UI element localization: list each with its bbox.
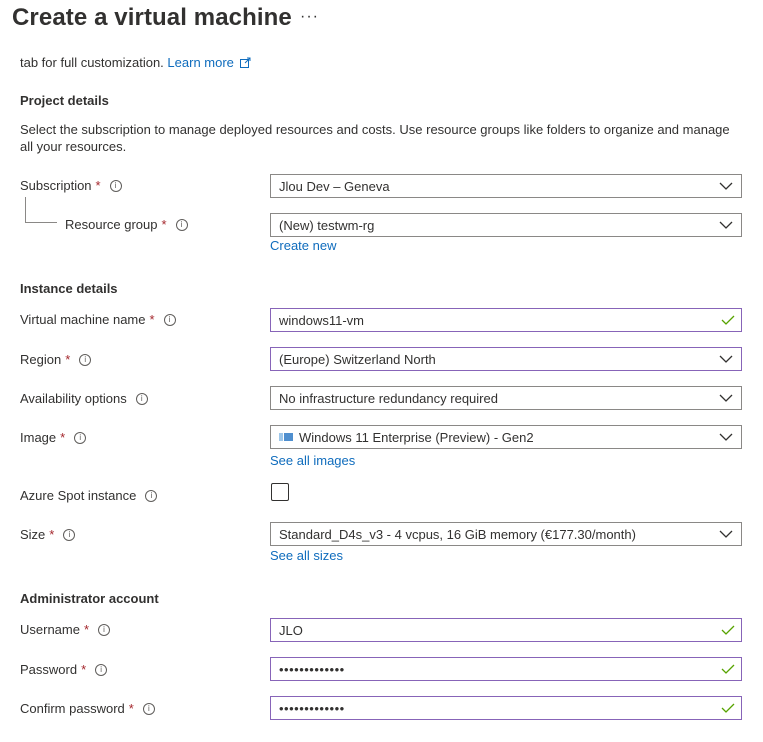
checkmark-icon — [721, 703, 735, 713]
info-icon[interactable]: i — [79, 353, 92, 366]
learn-more-link[interactable]: Learn more — [167, 55, 251, 70]
info-icon[interactable]: i — [145, 489, 158, 502]
chevron-down-icon — [719, 433, 733, 441]
subscription-select[interactable]: Jlou Dev – Geneva — [270, 174, 742, 198]
password-input[interactable]: ••••••••••••• — [270, 657, 742, 681]
size-select[interactable]: Standard_D4s_v3 - 4 vcpus, 16 GiB memory… — [270, 522, 742, 546]
info-icon[interactable]: i — [74, 431, 87, 444]
info-icon[interactable]: i — [175, 218, 188, 231]
info-icon[interactable]: i — [163, 313, 176, 326]
resource-group-select[interactable]: (New) testwm-rg — [270, 213, 742, 237]
info-icon[interactable]: i — [95, 663, 108, 676]
info-icon[interactable]: i — [135, 392, 148, 405]
see-all-sizes-link[interactable]: See all sizes — [270, 548, 343, 563]
availability-select[interactable]: No infrastructure redundancy required — [270, 386, 742, 410]
username-label: Username * i — [20, 622, 111, 637]
project-details-heading: Project details — [20, 93, 109, 108]
tree-connector-vertical — [25, 197, 26, 223]
instance-details-heading: Instance details — [20, 281, 118, 296]
vm-name-input[interactable]: windows11-vm — [270, 308, 742, 332]
checkmark-icon — [721, 315, 735, 325]
intro-text: tab for full customization. Learn more — [20, 55, 251, 70]
see-all-images-link[interactable]: See all images — [270, 453, 355, 468]
external-link-icon — [239, 57, 251, 68]
checkmark-icon — [721, 664, 735, 674]
info-icon[interactable]: i — [98, 623, 111, 636]
chevron-down-icon — [719, 182, 733, 190]
region-select[interactable]: (Europe) Switzerland North — [270, 347, 742, 371]
availability-label: Availability options i — [20, 391, 148, 406]
create-new-link[interactable]: Create new — [270, 238, 336, 253]
spot-instance-label: Azure Spot instance i — [20, 488, 158, 503]
info-icon[interactable]: i — [109, 179, 122, 192]
resource-group-label: Resource group * i — [65, 217, 188, 232]
project-details-description: Select the subscription to manage deploy… — [20, 122, 730, 154]
chevron-down-icon — [719, 355, 733, 363]
username-input[interactable]: JLO — [270, 618, 742, 642]
spot-instance-checkbox[interactable] — [271, 483, 289, 501]
confirm-password-input[interactable]: ••••••••••••• — [270, 696, 742, 720]
more-options-button[interactable]: ··· — [300, 8, 319, 26]
size-label: Size * i — [20, 527, 76, 542]
region-label: Region * i — [20, 352, 92, 367]
password-label: Password * i — [20, 662, 108, 677]
vm-name-label: Virtual machine name * i — [20, 312, 176, 327]
info-icon[interactable]: i — [63, 528, 76, 541]
checkmark-icon — [721, 625, 735, 635]
image-select[interactable]: Windows 11 Enterprise (Preview) - Gen2 — [270, 425, 742, 449]
chevron-down-icon — [719, 394, 733, 402]
chevron-down-icon — [719, 530, 733, 538]
subscription-label: Subscription * i — [20, 178, 122, 193]
tree-connector-horizontal — [25, 222, 57, 223]
info-icon[interactable]: i — [142, 702, 155, 715]
image-label: Image * i — [20, 430, 87, 445]
chevron-down-icon — [719, 221, 733, 229]
page-title: Create a virtual machine — [12, 4, 292, 31]
admin-account-heading: Administrator account — [20, 591, 159, 606]
intro-text-label: tab for full customization. — [20, 55, 164, 70]
confirm-password-label: Confirm password * i — [20, 701, 155, 716]
